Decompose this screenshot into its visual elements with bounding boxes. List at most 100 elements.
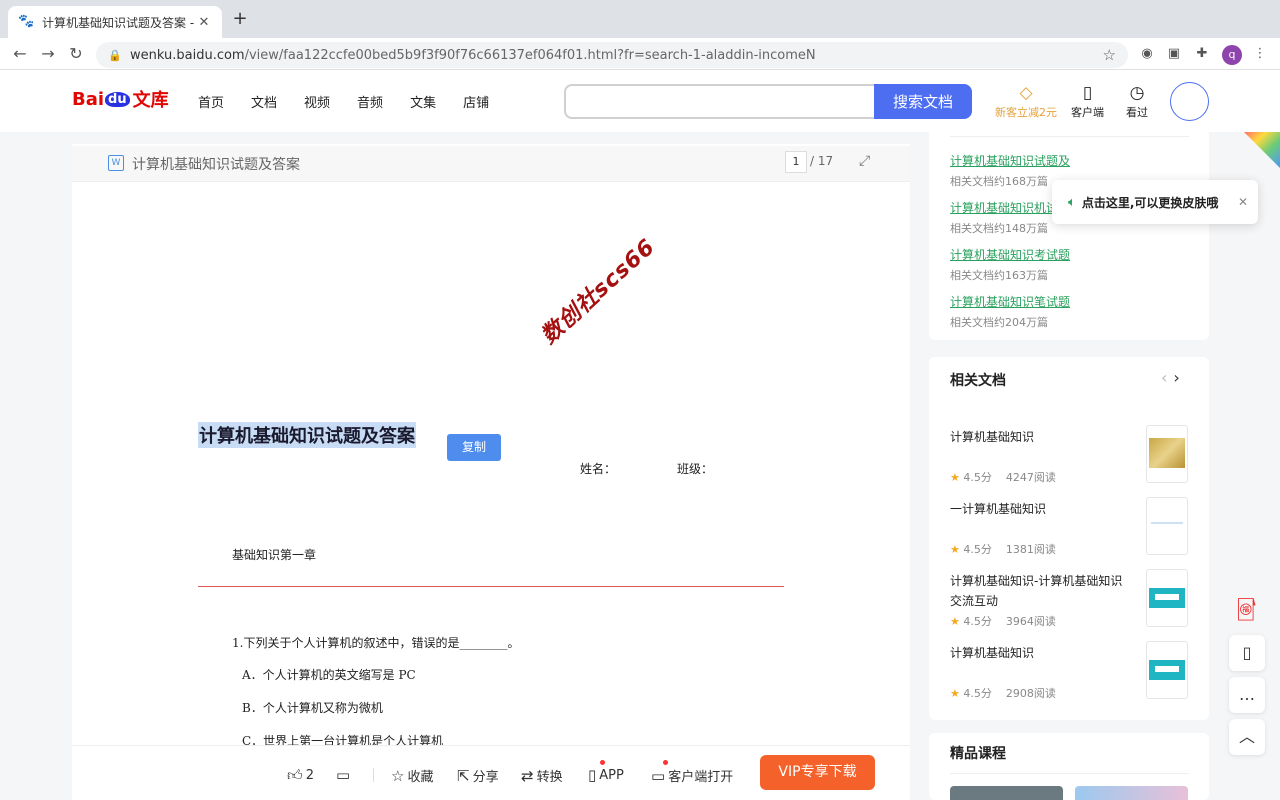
star-icon: ★	[950, 471, 960, 484]
share-label: 分享	[472, 770, 499, 785]
close-tab-icon[interactable]: ✕	[196, 15, 212, 30]
logo-du: du	[105, 91, 130, 107]
star-icon: ★	[950, 615, 960, 628]
suggestion-link[interactable]: 计算机基础知识试题及	[950, 152, 1070, 169]
star-icon: ★	[950, 687, 960, 700]
search-input[interactable]	[564, 84, 876, 119]
nav-collections[interactable]: 文集	[410, 92, 436, 111]
address-bar-row: ← → ↻ 🔒 wenku.baidu.com/view/faa122ccfe0…	[0, 38, 1280, 70]
extension-icon[interactable]: ◉	[1137, 44, 1157, 64]
copy-button[interactable]: 复制	[447, 434, 501, 461]
forward-icon[interactable]: →	[38, 44, 58, 64]
logo-wenku: 文库	[132, 90, 169, 111]
bookmark-star-icon[interactable]: ☆	[1103, 46, 1116, 64]
related-docs-header: 相关文档	[950, 373, 1006, 389]
menu-kebab-icon[interactable]: ⋮	[1250, 44, 1270, 64]
puzzle-extensions-icon[interactable]: ✚	[1192, 44, 1212, 64]
related-doc-item[interactable]: 计算机基础知识 ★ 4.5分 2908阅读	[950, 641, 1190, 703]
convert-icon: ⇄	[521, 766, 534, 785]
client-download[interactable]: ▯ 客户端	[1071, 82, 1104, 120]
url-field[interactable]: 🔒 wenku.baidu.com/view/faa122ccfe00bed5b…	[96, 42, 1128, 68]
related-pager: ‹ ›	[1161, 368, 1180, 387]
nav-video[interactable]: 视频	[304, 92, 330, 111]
doc-thumbnail	[1146, 425, 1188, 483]
baidu-wenku-logo[interactable]: Bai du 文库	[72, 82, 169, 116]
doc-thumbnail	[1146, 497, 1188, 555]
history[interactable]: ◷ 看过	[1126, 82, 1148, 120]
browser-tab[interactable]: 🐾 计算机基础知识试题及答案 - 百 ✕	[8, 6, 222, 38]
tab-title: 计算机基础知识试题及答案 - 百	[42, 15, 196, 30]
name-label: 姓名：	[580, 462, 617, 476]
reading-list-icon[interactable]: ▣	[1164, 44, 1184, 64]
suggestion-meta: 相关文档约163万篇	[950, 269, 1048, 282]
convert-button[interactable]: ⇄ 转换	[521, 766, 563, 786]
vip-download-button[interactable]: VIP专享下载	[760, 755, 875, 790]
new-user-promo[interactable]: ◇ 新客立减2元	[995, 82, 1057, 120]
like-count: 2	[305, 768, 314, 783]
comment-icon: ▭	[336, 766, 351, 784]
related-docs-card: 相关文档 ‹ › 计算机基础知识 ★ 4.5分 4247阅读 一计算机基础知识 ★ …	[929, 357, 1209, 720]
course-thumbnail[interactable]	[1075, 786, 1188, 800]
suggestion-link[interactable]: 计算机基础知识考试题	[950, 246, 1070, 263]
card-divider	[950, 136, 1189, 137]
nav-audio[interactable]: 音频	[357, 92, 383, 111]
phone-icon: ▯	[588, 766, 597, 784]
page-number-input[interactable]: 1	[785, 151, 807, 173]
reload-icon[interactable]: ↻	[66, 44, 86, 64]
thumb-cover	[1149, 660, 1185, 680]
collect-label: 收藏	[407, 770, 434, 785]
user-avatar[interactable]	[1170, 82, 1209, 121]
diamond-icon: ◇	[1019, 83, 1033, 103]
reads: 4247阅读	[1005, 471, 1056, 484]
clock-icon: ◷	[1129, 83, 1145, 103]
doc-heading[interactable]: 计算机基础知识试题及答案	[198, 422, 416, 448]
nav-shops[interactable]: 店铺	[463, 92, 489, 111]
course-thumbnail[interactable]	[950, 786, 1063, 800]
option-b: B．个人计算机又称为微机	[242, 701, 383, 715]
skin-switcher-corner[interactable]	[1244, 132, 1280, 168]
convert-label: 转换	[536, 770, 563, 785]
doc-top-strip	[72, 136, 910, 144]
doc-action-bar: 👍︎ 2 ▭ ☆ 收藏 ⇱ 分享 ⇄ 转换 ▯ APP ▭ 客户端打开 VIP专…	[72, 745, 910, 800]
profile-avatar[interactable]: q	[1222, 45, 1242, 65]
suggestion-link[interactable]: 计算机基础知识笔试题	[950, 293, 1070, 310]
back-to-top-icon[interactable]: ︿	[1229, 719, 1265, 755]
like-button[interactable]: 👍︎ 2	[287, 766, 314, 785]
nav-home[interactable]: 首页	[198, 92, 224, 111]
red-envelope-icon[interactable]: 🧧︎	[1229, 598, 1265, 628]
reads: 1381阅读	[1005, 543, 1056, 556]
chevron-right-icon[interactable]: ›	[1173, 368, 1179, 387]
collect-button[interactable]: ☆ 收藏	[391, 766, 434, 786]
speaker-icon: 🔈︎	[1068, 194, 1076, 210]
back-icon[interactable]: ←	[10, 44, 30, 64]
option-a: A．个人计算机的英文缩写是 PC	[242, 668, 416, 682]
star-icon: ★	[950, 543, 960, 556]
feedback-icon[interactable]: …	[1229, 677, 1265, 713]
comment-button[interactable]: ▭	[336, 766, 350, 784]
related-doc-item[interactable]: 一计算机基础知识 ★ 4.5分 1381阅读	[950, 497, 1190, 559]
suggestion-link[interactable]: 计算机基础知识机试	[950, 199, 1058, 216]
nav-docs[interactable]: 文档	[251, 92, 277, 111]
related-doc-item[interactable]: 计算机基础知识 ★ 4.5分 4247阅读	[950, 425, 1190, 487]
question-1: 1.下列关于个人计算机的叙述中，错误的是________。	[232, 636, 520, 650]
rating: 4.5分	[963, 471, 992, 484]
baidu-paw-icon: 🐾	[18, 14, 35, 29]
logo-bai: Bai	[72, 88, 105, 110]
watermark: 数创社scs66	[536, 234, 661, 350]
related-doc-title: 计算机基础知识	[950, 646, 1035, 660]
thumb-cover	[1151, 522, 1183, 524]
notification-dot	[600, 760, 605, 765]
new-tab-icon[interactable]: +	[230, 9, 250, 29]
close-icon[interactable]: ✕	[1238, 195, 1248, 209]
app-button[interactable]: ▯ APP	[588, 760, 624, 784]
mobile-icon[interactable]: ▯	[1229, 635, 1265, 671]
fullscreen-icon[interactable]: ⤢	[859, 153, 870, 169]
chevron-left-icon[interactable]: ‹	[1161, 368, 1167, 387]
suggestion-item: 计算机基础知识笔试题 相关文档约204万篇	[950, 293, 1070, 330]
rating: 4.5分	[963, 687, 992, 700]
search-button[interactable]: 搜索文档	[874, 84, 972, 119]
skin-tooltip: 🔈︎ 点击这里,可以更换皮肤哦 ✕	[1052, 180, 1258, 224]
share-button[interactable]: ⇱ 分享	[457, 766, 499, 786]
related-doc-item[interactable]: 计算机基础知识-计算机基础知识交流互动 ★ 4.5分 3964阅读	[950, 569, 1190, 631]
client-open-button[interactable]: ▭ 客户端打开	[651, 760, 733, 785]
